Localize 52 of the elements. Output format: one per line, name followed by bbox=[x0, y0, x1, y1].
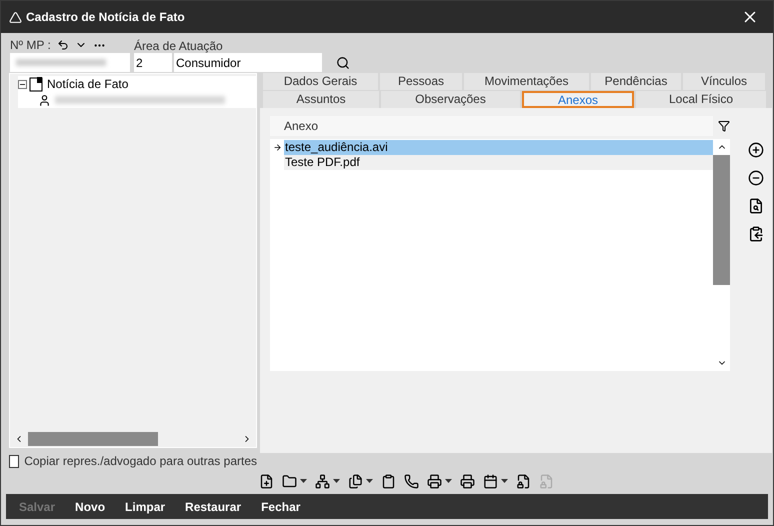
file-add-icon[interactable] bbox=[259, 474, 274, 488]
phone-icon[interactable] bbox=[404, 474, 419, 488]
file-row[interactable]: Teste PDF.pdf bbox=[284, 155, 713, 170]
tab[interactable]: Dados Gerais bbox=[263, 73, 378, 90]
tab[interactable]: Vínculos bbox=[683, 73, 765, 90]
mp-label: Nº MP : bbox=[10, 37, 51, 54]
current-row-icon bbox=[272, 143, 282, 152]
person-icon bbox=[38, 94, 51, 106]
checkbox[interactable] bbox=[9, 454, 20, 468]
area-code-field[interactable]: 2 bbox=[134, 53, 172, 72]
caret-icon[interactable] bbox=[366, 479, 373, 483]
area-name-field[interactable]: Consumidor bbox=[174, 53, 322, 72]
action-button[interactable]: Fechar bbox=[258, 498, 304, 516]
tab[interactable]: Pendências bbox=[591, 73, 681, 90]
file-row[interactable]: teste_audiência.avi bbox=[284, 140, 713, 155]
collapse-toggle[interactable] bbox=[18, 80, 27, 88]
column-header: Anexo bbox=[270, 116, 713, 136]
documents-icon[interactable] bbox=[348, 474, 363, 488]
action-button[interactable]: Limpar bbox=[122, 498, 168, 516]
logo-icon bbox=[9, 10, 22, 24]
mp-field[interactable] bbox=[10, 53, 130, 72]
tab[interactable]: Anexos bbox=[522, 91, 634, 108]
remove-icon[interactable] bbox=[748, 170, 764, 186]
checkbox-label: Copiar repres./advogado para outras partes bbox=[24, 453, 257, 470]
undo-icon[interactable] bbox=[56, 39, 69, 51]
hierarchy-icon[interactable] bbox=[315, 474, 330, 488]
tab[interactable]: Observações bbox=[381, 91, 520, 108]
scrollbar-thumb[interactable] bbox=[28, 432, 158, 446]
tab[interactable]: Assuntos bbox=[263, 91, 379, 108]
filter-icon[interactable] bbox=[718, 120, 730, 132]
scrollbar-thumb[interactable] bbox=[713, 155, 730, 285]
action-button[interactable]: Restaurar bbox=[182, 498, 244, 516]
caret-icon[interactable] bbox=[445, 479, 452, 483]
area-label: Área de Atuação bbox=[134, 38, 224, 53]
copy-icon[interactable] bbox=[748, 226, 764, 242]
tab[interactable]: Local Físico bbox=[636, 91, 766, 108]
small-printer-icon[interactable] bbox=[460, 474, 475, 488]
search-icon[interactable] bbox=[336, 56, 350, 70]
caret-icon[interactable] bbox=[501, 479, 508, 483]
caret-icon[interactable] bbox=[300, 479, 307, 483]
tab[interactable]: Pessoas bbox=[380, 73, 462, 90]
clipboard-icon[interactable] bbox=[381, 474, 396, 488]
file-search-icon[interactable] bbox=[748, 198, 764, 214]
folder-icon[interactable] bbox=[282, 474, 297, 488]
caret-icon[interactable] bbox=[333, 479, 340, 483]
tab[interactable]: Movimentações bbox=[464, 73, 589, 90]
action-button[interactable]: Novo bbox=[72, 498, 108, 516]
calendar-icon[interactable] bbox=[483, 474, 498, 488]
window-title: Cadastro de Notícia de Fato bbox=[26, 9, 185, 26]
add-icon[interactable] bbox=[748, 142, 764, 158]
printer-icon[interactable] bbox=[427, 474, 442, 488]
file-lock-icon[interactable] bbox=[516, 474, 531, 488]
